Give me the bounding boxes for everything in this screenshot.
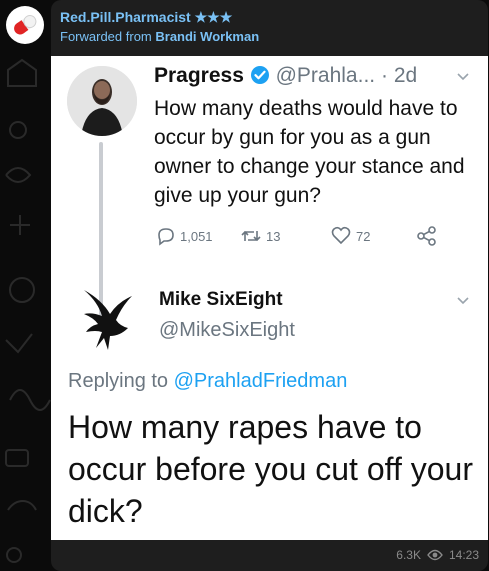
like-action[interactable]: 72 [330,226,370,246]
tweet1-header: Pragress @Prahla... · 2d [154,64,417,88]
retweet-action[interactable]: 13 [240,226,280,246]
forwarded-prefix: Forwarded from [60,29,152,44]
attached-image[interactable]: Pragress @Prahla... · 2d How many deaths… [51,56,488,540]
verified-badge-icon [250,66,269,84]
replying-to-line: Replying to @PrahladFriedman [68,370,347,393]
tweet1-text: How many deaths would have to occur by g… [154,97,465,207]
tweet1-dot: · [380,64,388,87]
eye-icon [427,549,443,561]
replying-prefix: Replying to [68,370,169,392]
share-icon [417,226,436,246]
view-count: 6.3K [396,548,421,562]
retweet-count: 13 [266,228,281,244]
channel-stars: ★★★ [194,9,233,25]
replying-to-mention[interactable]: @PrahladFriedman [174,370,348,392]
channel-avatar[interactable] [6,6,44,44]
chevron-down-icon[interactable] [455,292,471,308]
retweet-icon [241,230,261,242]
message-meta: 6.3K 14:23 [396,548,479,562]
pill-icon [14,15,37,35]
raven-avatar-icon [84,290,132,350]
reply-count: 1,051 [180,228,213,244]
message-time: 14:23 [448,548,479,562]
channel-name[interactable]: Red.Pill.Pharmacist ★★★ [60,8,259,26]
channel-name-text: Red.Pill.Pharmacist [60,9,191,25]
tweet1-age: 2d [393,64,418,87]
share-action[interactable] [416,226,438,246]
heart-icon [331,226,351,245]
tweet1-avatar [67,66,137,136]
tweet2-handle[interactable]: @MikeSixEight [159,319,295,342]
forwarded-line[interactable]: Forwarded from Brandi Workman [60,28,259,46]
reply-action[interactable]: 1,051 [156,226,213,246]
chevron-down-icon[interactable] [455,68,471,84]
tweet2-text: How many rapes have to occur before you … [68,409,473,529]
tweet1-actions: 1,051 13 72 [154,226,454,250]
message-header: Red.Pill.Pharmacist ★★★ Forwarded from B… [60,8,259,46]
tweet1-author-name[interactable]: Pragress [154,64,244,87]
forwarded-from-name: Brandi Workman [155,29,260,44]
tweet2-author-name[interactable]: Mike SixEight [159,289,283,311]
tweet1-handle[interactable]: @Prahla... [276,64,376,87]
reply-icon [158,228,174,246]
like-count: 72 [356,228,371,244]
